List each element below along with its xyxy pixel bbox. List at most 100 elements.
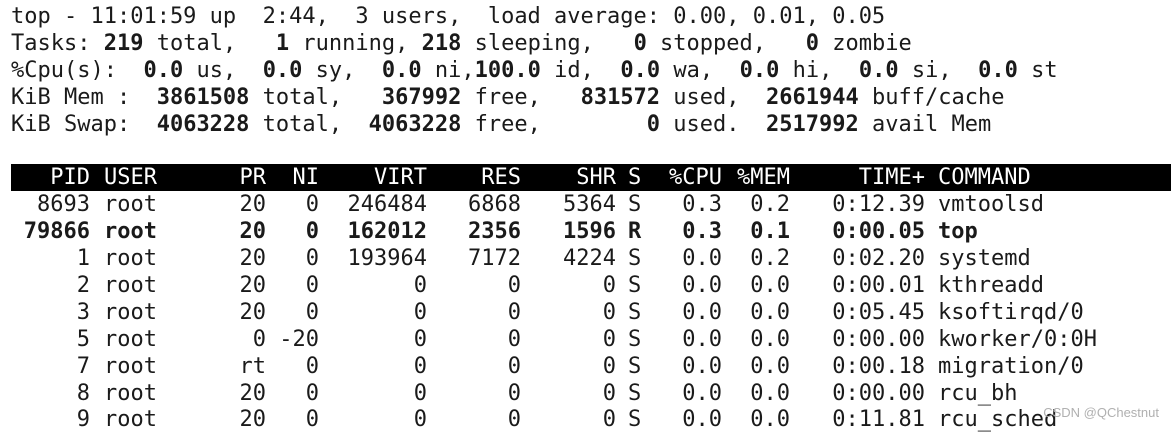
table-row[interactable]: 8 root 20 0 0 0 0 S 0.0 0.0 0:00.00 rcu_… [11, 380, 1171, 407]
cpu-st-value: 0.0 [978, 58, 1018, 83]
cell-cpu: 0.3 [682, 219, 722, 244]
cell-pr: 0 [252, 327, 266, 352]
cell-shr: 1596 [563, 219, 616, 244]
cell-cpu: 0.3 [682, 192, 722, 217]
cell-virt: 0 [413, 327, 427, 352]
cell-ni: 0 [305, 219, 319, 244]
cell-command: kworker/0:0H [938, 327, 1097, 352]
swap-used-text: used. [660, 112, 767, 137]
tasks-stopped-value: 0 [633, 31, 647, 56]
cell-mem: 0.0 [750, 407, 790, 432]
swap-avail-value: 2517992 [766, 112, 859, 137]
swap-total-text: total, [249, 112, 369, 137]
table-row[interactable]: 1 root 20 0 193964 7172 4224 S 0.0 0.2 0… [11, 245, 1171, 272]
column-header-pid[interactable]: PID [11, 164, 90, 191]
cell-command: migration/0 [938, 354, 1084, 379]
cell-pr: 20 [239, 407, 267, 432]
cell-mem: 0.0 [750, 300, 790, 325]
cell-mem: 0.0 [750, 354, 790, 379]
mem-used-value: 831572 [580, 85, 661, 110]
cpu-st-text: st [1017, 58, 1058, 83]
column-header-state[interactable]: S [628, 164, 641, 191]
cell-cpu: 0.0 [682, 354, 722, 379]
cell-command: kthreadd [938, 273, 1044, 298]
column-header-user[interactable]: USER [104, 164, 157, 191]
cell-pid: 1 [76, 246, 90, 271]
cell-shr: 0 [602, 354, 616, 379]
cell-mem: 0.1 [750, 219, 790, 244]
cell-time: 0:11.81 [832, 407, 925, 432]
cell-virt: 246484 [347, 192, 427, 217]
table-row[interactable]: 5 root 0 -20 0 0 0 S 0.0 0.0 0:00.00 kwo… [11, 326, 1171, 353]
cell-mem: 0.0 [750, 381, 790, 406]
column-header-virt[interactable]: VIRT [329, 164, 427, 191]
column-header-pr[interactable]: PR [211, 164, 267, 191]
swap-used-value: 0 [646, 112, 661, 137]
cell-ni: 0 [305, 407, 319, 432]
mem-used-text: used, [660, 85, 767, 110]
table-row[interactable]: 2 root 20 0 0 0 0 S 0.0 0.0 0:00.01 kthr… [11, 272, 1171, 299]
cpu-sy-value: 0.0 [262, 58, 303, 83]
tasks-zombie-text: zombie [819, 31, 912, 56]
column-header-res[interactable]: RES [441, 164, 521, 191]
cpu-ni-value: 0.0 [381, 58, 422, 83]
cell-shr: 0 [602, 381, 616, 406]
column-header-command[interactable]: COMMAND [938, 164, 1031, 191]
tasks-sleeping-text: sleeping, [461, 31, 634, 56]
tasks-zombie-value: 0 [805, 31, 820, 56]
cell-time: 0:00.18 [832, 354, 925, 379]
cell-shr: 0 [602, 407, 616, 432]
cell-user: root [104, 300, 157, 325]
column-header-time[interactable]: TIME+ [801, 164, 925, 191]
cpu-si-value: 0.0 [858, 58, 899, 83]
cell-ni: 0 [305, 246, 319, 271]
cell-shr: 0 [602, 300, 616, 325]
cpu-id-text: id, [540, 58, 621, 83]
table-row[interactable]: 8693 root 20 0 246484 6868 5364 S 0.3 0.… [11, 191, 1171, 218]
cell-user: root [104, 192, 157, 217]
cell-user: root [104, 407, 157, 432]
table-row[interactable]: 3 root 20 0 0 0 0 S 0.0 0.0 0:05.45 ksof… [11, 299, 1171, 326]
cpu-us-text: us, [183, 58, 263, 83]
cell-time: 0:00.00 [832, 381, 925, 406]
cell-state: S [628, 192, 642, 217]
cell-state: S [628, 354, 642, 379]
cell-time: 0:00.00 [832, 327, 925, 352]
table-row[interactable]: 7 root rt 0 0 0 0 S 0.0 0.0 0:00.18 migr… [11, 353, 1171, 380]
tasks-sleeping-value: 218 [421, 31, 462, 56]
cell-ni: 0 [305, 273, 319, 298]
cell-pr: 20 [239, 219, 267, 244]
cell-ni: -20 [279, 327, 319, 352]
cell-pr: 20 [239, 300, 267, 325]
cell-pid: 9 [76, 407, 90, 432]
cpu-us-value: 0.0 [143, 58, 184, 83]
cell-shr: 4224 [563, 246, 616, 271]
cell-state: S [628, 407, 642, 432]
cell-res: 0 [507, 327, 521, 352]
table-row-highlighted[interactable]: 79866 root 20 0 162012 2356 1596 R 0.3 0… [11, 218, 1171, 245]
cell-res: 7172 [468, 246, 521, 271]
column-header-cpu[interactable]: %CPU [651, 164, 722, 191]
cell-mem: 0.0 [750, 273, 790, 298]
mem-free-text: free, [461, 85, 581, 110]
cell-pid: 5 [76, 327, 90, 352]
cpu-hi-text: hi, [779, 58, 859, 83]
swap-label: KiB Swap: [11, 112, 157, 137]
cell-mem: 0.2 [750, 246, 790, 271]
table-row[interactable]: 9 root 20 0 0 0 0 S 0.0 0.0 0:11.81 rcu_… [11, 406, 1171, 433]
cell-res: 0 [507, 300, 521, 325]
cell-virt: 162012 [347, 219, 427, 244]
swap-free-value: 4063228 [368, 112, 462, 137]
cell-res: 6868 [468, 192, 521, 217]
cell-res: 0 [507, 407, 521, 432]
cell-res: 2356 [468, 219, 521, 244]
cell-shr: 0 [602, 327, 616, 352]
cell-user: root [104, 327, 157, 352]
column-header-ni[interactable]: NI [273, 164, 320, 191]
cell-state: S [628, 246, 642, 271]
column-header-mem[interactable]: %MEM [723, 164, 790, 191]
cell-virt: 193964 [347, 246, 427, 271]
column-header-shr[interactable]: SHR [536, 164, 616, 191]
swap-avail-text: avail Mem [858, 112, 992, 137]
cell-command: rcu_sched [938, 407, 1058, 432]
